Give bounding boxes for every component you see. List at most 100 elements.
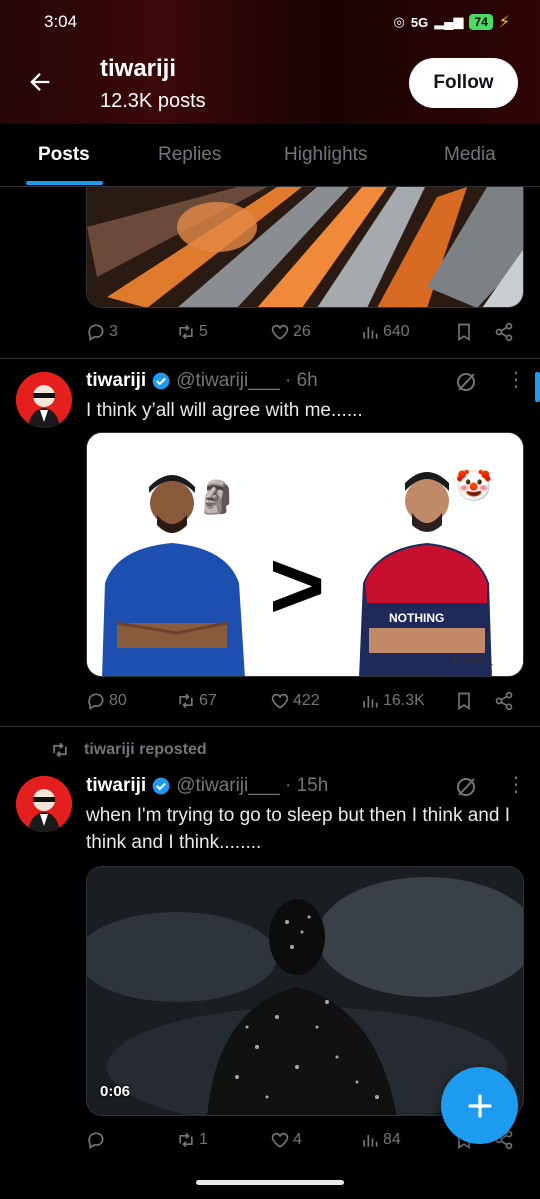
tweet-header: tiwariji @tiwariji___ · 6h bbox=[86, 370, 318, 392]
view-count: 84 bbox=[383, 1131, 401, 1148]
reply-count: 3 bbox=[109, 323, 118, 340]
svg-text:NOTHING: NOTHING bbox=[389, 611, 444, 625]
battery-icon: 74 bbox=[469, 14, 493, 30]
reply-icon bbox=[88, 1132, 104, 1149]
repost-icon bbox=[53, 742, 67, 758]
bookmark-button[interactable] bbox=[454, 691, 474, 711]
like-count: 4 bbox=[293, 1131, 302, 1148]
more-icon[interactable]: ⋮ bbox=[506, 775, 526, 795]
comparison-image: 🗿 > NOTHING 🤡 @tiwariji__ bbox=[87, 433, 523, 676]
tab-posts[interactable]: Posts bbox=[38, 144, 90, 166]
reply-button[interactable]: 80 bbox=[86, 691, 127, 711]
post-time: · 15h bbox=[284, 775, 329, 796]
reply-count: 80 bbox=[109, 692, 127, 709]
status-icons: ◎ 5G ▂▄▆ 74 ⚡ bbox=[393, 12, 510, 32]
like-icon bbox=[271, 693, 289, 709]
bookmark-icon bbox=[458, 692, 470, 711]
repost-button[interactable]: 5 bbox=[176, 322, 208, 342]
bookmark-button[interactable] bbox=[454, 322, 474, 342]
post-time: · 6h bbox=[284, 370, 318, 391]
tab-highlights[interactable]: Highlights bbox=[284, 144, 367, 166]
repost-button[interactable]: 1 bbox=[176, 1130, 208, 1150]
like-icon bbox=[271, 324, 289, 340]
like-button[interactable]: 4 bbox=[270, 1130, 302, 1150]
compose-plus-icon bbox=[467, 1093, 492, 1118]
back-arrow-icon bbox=[30, 73, 50, 91]
reply-button[interactable] bbox=[86, 1130, 109, 1150]
repost-button[interactable]: 67 bbox=[176, 691, 217, 711]
view-count: 16.3K bbox=[383, 692, 425, 709]
post-divider bbox=[0, 726, 540, 727]
post-count: 12.3K posts bbox=[100, 90, 206, 112]
like-button[interactable]: 422 bbox=[270, 691, 320, 711]
views-button[interactable]: 640 bbox=[360, 322, 410, 342]
repost-icon bbox=[179, 693, 193, 709]
verified-icon bbox=[152, 777, 170, 795]
share-icon bbox=[495, 322, 513, 342]
repost-indicator[interactable]: tiwariji reposted bbox=[50, 740, 207, 760]
author-handle[interactable]: @tiwariji___ bbox=[176, 775, 280, 797]
network-label: 5G bbox=[410, 14, 429, 30]
status-time: 3:04 bbox=[44, 12, 78, 31]
repost-count: 67 bbox=[199, 692, 217, 709]
repost-icon bbox=[179, 324, 193, 340]
share-button[interactable] bbox=[494, 691, 514, 711]
post-image[interactable] bbox=[86, 187, 524, 308]
tweet-text: I think y’all will agree with me...... bbox=[86, 400, 363, 421]
author-handle[interactable]: @tiwariji___ bbox=[176, 370, 280, 392]
reply-icon bbox=[88, 324, 104, 341]
tab-indicator bbox=[26, 181, 103, 185]
reply-icon bbox=[88, 693, 104, 710]
signal-icon: ▂▄▆ bbox=[434, 14, 464, 29]
author-name[interactable]: tiwariji bbox=[86, 370, 146, 392]
profile-name: tiwariji bbox=[100, 55, 177, 82]
post0-actions: 3 5 26 640 bbox=[86, 322, 518, 352]
status-bar: 3:04 ◎ 5G ▂▄▆ 74 ⚡ bbox=[0, 0, 540, 44]
moai-emoji: 🗿 bbox=[197, 479, 237, 515]
post-divider bbox=[0, 358, 540, 359]
views-button[interactable]: 16.3K bbox=[360, 691, 425, 711]
greater-than-symbol: > bbox=[269, 532, 325, 639]
views-icon bbox=[363, 696, 378, 708]
tweet-header: tiwariji @tiwariji___ · 15h bbox=[86, 775, 328, 797]
like-button[interactable]: 26 bbox=[270, 322, 311, 342]
post-image[interactable]: 🗿 > NOTHING 🤡 @tiwariji__ bbox=[86, 432, 524, 677]
home-indicator[interactable] bbox=[196, 1180, 344, 1185]
like-icon bbox=[271, 1132, 289, 1148]
repost-icon bbox=[179, 1132, 193, 1148]
profile-tabs: Posts Replies Highlights Media bbox=[0, 124, 540, 187]
avatar[interactable] bbox=[16, 372, 72, 428]
compose-button[interactable] bbox=[441, 1067, 518, 1144]
back-button[interactable] bbox=[22, 64, 58, 100]
knives-art-image bbox=[87, 187, 523, 307]
bookmark-icon bbox=[458, 323, 470, 342]
clown-emoji: 🤡 bbox=[455, 468, 492, 503]
views-button[interactable]: 84 bbox=[360, 1130, 401, 1150]
scrollbar-thumb[interactable] bbox=[535, 372, 540, 402]
more-icon[interactable]: ⋮ bbox=[506, 370, 526, 390]
reply-button[interactable]: 3 bbox=[86, 322, 118, 342]
views-icon bbox=[363, 1135, 378, 1147]
tweet-text: when I'm trying to go to sleep but then … bbox=[86, 805, 510, 853]
repost-count: 1 bbox=[199, 1131, 208, 1148]
like-count: 422 bbox=[293, 692, 320, 709]
view-count: 640 bbox=[383, 323, 410, 340]
follow-button[interactable]: Follow bbox=[409, 58, 518, 108]
charging-icon: ⚡ bbox=[498, 14, 510, 31]
hotspot-icon: ◎ bbox=[393, 14, 405, 29]
image-watermark: @tiwariji__ bbox=[449, 655, 494, 665]
tab-replies[interactable]: Replies bbox=[158, 144, 221, 166]
repost-count: 5 bbox=[199, 323, 208, 340]
repost-label: tiwariji reposted bbox=[84, 741, 207, 758]
avatar-image bbox=[16, 776, 72, 832]
grok-icon[interactable] bbox=[454, 370, 478, 394]
author-name[interactable]: tiwariji bbox=[86, 775, 146, 797]
avatar-image bbox=[16, 372, 72, 428]
tab-media[interactable]: Media bbox=[444, 144, 496, 166]
like-count: 26 bbox=[293, 323, 311, 340]
share-button[interactable] bbox=[494, 322, 514, 342]
views-icon bbox=[363, 327, 378, 339]
avatar[interactable] bbox=[16, 776, 72, 832]
verified-icon bbox=[152, 372, 170, 390]
grok-icon[interactable] bbox=[454, 775, 478, 799]
